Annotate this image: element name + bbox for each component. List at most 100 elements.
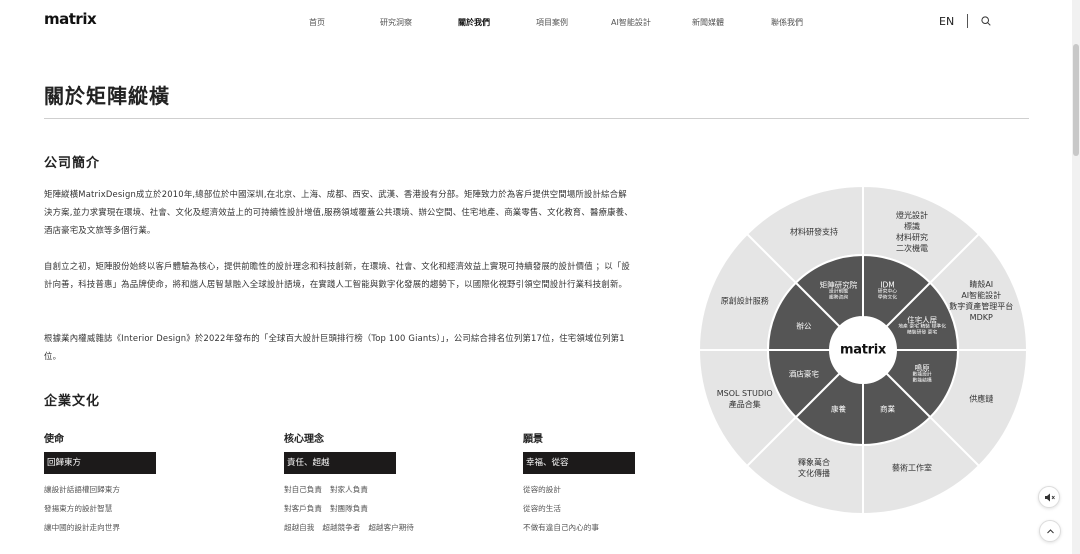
culture-item-text: 不做有違自己內心的事 (523, 523, 599, 532)
outer-label-line: 標識 (903, 221, 920, 231)
outer-segment-label: 釋象萬合 文化傳播 (798, 457, 830, 479)
inner-label-main: 辦公 (796, 321, 812, 330)
culture-item-text: 讓中國的設計走向世界 (44, 523, 120, 532)
outer-label-line: MSOL STUDIO (716, 388, 773, 398)
audio-button[interactable] (1038, 486, 1060, 508)
brand-logo[interactable]: matrix (44, 10, 97, 28)
outer-label-line: 材料研究 (895, 232, 928, 242)
outer-label-line: 二次機電 (895, 243, 928, 253)
outer-label-line: MDKP (969, 313, 993, 323)
culture-item-text: 超越競争者 (322, 523, 361, 532)
culture-item: 從容的生活 (523, 503, 683, 515)
nav-item-3[interactable]: 關於我們 (458, 17, 490, 28)
outer-label-line: 數字資產管理平台 (949, 302, 1014, 312)
diagram-center-logo: matrix (840, 342, 886, 358)
nav-item-5[interactable]: AI智能設計 (611, 17, 651, 28)
culture-item: 不做有違自己內心的事 (523, 522, 683, 534)
nav-item-2[interactable]: 研究洞察 (380, 17, 412, 28)
page-scrollbar[interactable] (1072, 0, 1080, 554)
outer-label-line: 燈光設計 (895, 210, 928, 220)
language-switch[interactable]: EN (939, 15, 954, 28)
header-divider (967, 14, 968, 28)
inner-label-sub: 數能結構 (912, 378, 932, 384)
inner-label-main: 矩陣研究院 (819, 280, 858, 290)
culture-tag: 責任、超越 (284, 452, 396, 474)
outer-label-line: 材料研發支持 (790, 227, 839, 237)
outer-label-line: 產品合集 (728, 399, 761, 409)
culture-column-title: 核心理念 (284, 434, 324, 445)
outer-label-line: 原創設計服務 (720, 296, 769, 306)
intro-paragraph-2: 自創立之初，矩陣股份始終以客戶體驗為核心，提供前瞻性的設計理念和科技創新，在環境… (44, 261, 630, 289)
culture-column: 核心理念 責任、超越 對自己負責 對家人負責 對客戶負責 對團隊負責 超越自我 超越競争者 超越… (284, 430, 444, 534)
inner-segment-label: 鳴原 數能設計 數能結構 (913, 364, 932, 385)
inner-segment-label: IDM 研究中心 學術文化 (878, 280, 897, 301)
culture-item-text: 對家人負責 (329, 485, 368, 494)
culture-column-title: 使命 (44, 434, 64, 445)
outer-label-line: 釋象萬合 (798, 458, 831, 468)
culture-tag: 幸福、從容 (523, 452, 635, 474)
nav-item-4[interactable]: 項目案例 (536, 17, 568, 28)
inner-segment-label: 商業 (880, 405, 895, 414)
inner-label-main: 酒店豪宅 (788, 369, 819, 379)
outer-segment-label: 睛殼AI AI智能設計 數字資產管理平台 MDKP (949, 279, 1013, 323)
intro-paragraph-1: 矩陣縱橫MatrixDesign成立於2010年,總部位於中國深圳,在北京、上海… (44, 189, 633, 235)
intro-paragraph-3: 根據業內權威雜誌《Interior Design》於2022年發布的「全球百大設… (44, 333, 625, 361)
outer-label-line: 文化傳播 (798, 469, 831, 479)
culture-column: 使命回歸東方讓設計話語權回歸東方 發揚東方的設計智慧 讓中國的設計走向世界 (44, 430, 204, 534)
inner-segment-label: 矩陣研究院 設計前瞻 趨勢咨詢 (820, 280, 858, 301)
inner-label-main: 鳴原 (914, 363, 930, 373)
culture-item-text: 從容的生活 (523, 504, 561, 513)
outer-segment-label: 材料研發支持 (790, 226, 838, 237)
culture-item-text: 超越自我 (284, 523, 315, 532)
outer-label-line: 睛殼AI (969, 280, 994, 290)
culture-item-text: 超越客户期待 (368, 523, 414, 532)
culture-item: 超越自我 超越競争者 超越客户期待 (284, 522, 444, 534)
outer-label-line: AI智能設計 (961, 291, 1002, 301)
inner-segment-label: 辦公 (796, 321, 811, 330)
inner-segment-label: 住宅人居 地產 豪宅 精裝 標準化 精裝研發 豪宅 (898, 315, 946, 336)
intro-heading: 公司簡介 (44, 156, 101, 171)
search-icon[interactable] (981, 16, 991, 26)
outer-segment-label: 原創設計服務 (721, 296, 769, 307)
culture-item: 從容的設計 (523, 484, 683, 496)
nav-item-1[interactable]: 首页 (309, 17, 325, 28)
culture-heading: 企業文化 (44, 394, 101, 409)
culture-item: 對客戶負責 對團隊負責 (284, 503, 444, 515)
scrollbar-thumb[interactable] (1073, 44, 1079, 156)
culture-item: 發揚東方的設計智慧 (44, 503, 204, 515)
inner-label-main: 商業 (879, 404, 895, 414)
outer-segment-label: MSOL STUDIO 產品合集 (717, 388, 773, 410)
arrow-up-icon (1047, 529, 1054, 534)
culture-item-text: 發揚東方的設計智慧 (44, 504, 113, 513)
outer-label-line: 藝術工作室 (891, 463, 932, 473)
nav-item-7[interactable]: 聯係我們 (771, 17, 803, 28)
culture-item: 對自己負責 對家人負責 (284, 484, 444, 496)
inner-segment-label: 酒店豪宅 (789, 370, 819, 379)
inner-label-main: 康養 (831, 404, 846, 414)
inner-segment-label: 康養 (831, 405, 846, 414)
culture-item: 讓設計話語權回歸東方 (44, 484, 204, 496)
culture-item-text: 從容的設計 (523, 485, 561, 494)
culture-item-text: 讓設計話語權回歸東方 (44, 485, 120, 494)
speaker-icon (1045, 493, 1055, 502)
culture-item-text: 對客戶負責 (284, 504, 322, 513)
inner-label-sub: 精裝研發 豪宅 (906, 330, 938, 335)
outer-segment-label: 供應鏈 (969, 393, 993, 404)
culture-item: 讓中國的設計走向世界 (44, 522, 204, 534)
business-diagram: matrix 材料研發支持 燈光設計 標識 材料研究 二次機電 睛殼AI AI智能設計 數字資… (698, 185, 1028, 515)
site-header: matrix 首页 研究洞察 關於我們 項目案例 AI智能設計 新聞媒體 聯係我們 EN (0, 0, 1072, 44)
inner-label-main: IDM (880, 280, 895, 290)
nav-item-6[interactable]: 新聞媒體 (692, 17, 724, 28)
culture-tag: 回歸東方 (44, 452, 156, 474)
inner-label-main: 住宅人居 (907, 315, 938, 324)
outer-segment-label: 藝術工作室 (892, 463, 932, 474)
page-title: 關於矩陣縱橫 (44, 84, 170, 108)
culture-item-text: 對團隊負責 (329, 504, 368, 513)
outer-segment-label: 燈光設計 標識 材料研究 二次機電 (896, 210, 928, 254)
outer-label-line: 供應鏈 (969, 394, 994, 404)
culture-column-title: 願景 (523, 434, 543, 445)
culture-column: 願景幸福、從容從容的設計從容的生活不做有違自己內心的事 (523, 430, 683, 534)
back-to-top-button[interactable] (1039, 520, 1061, 542)
culture-item-text: 對自己負責 (284, 485, 322, 494)
inner-label-sub: 學術文化 (877, 295, 898, 301)
